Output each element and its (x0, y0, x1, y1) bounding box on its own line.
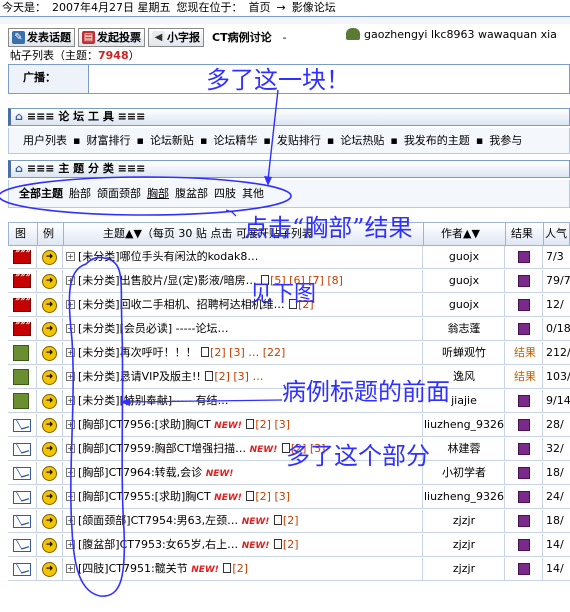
annotation-see-below: 见下图 (250, 282, 317, 307)
pointer-arrow-head (120, 398, 130, 406)
annotation-extra-part: 多了这个部分 (286, 442, 430, 470)
title-prefix-highlight (68, 256, 126, 597)
annotation-extra-block: 多了这一块！ (206, 66, 350, 94)
pointer-line (125, 399, 283, 403)
annotation-before-titles: 病例标题的前面 (282, 378, 450, 406)
annotation-arrow-line (267, 89, 279, 181)
annotation-chest-result: 点击“胸部”结果 (244, 214, 413, 242)
